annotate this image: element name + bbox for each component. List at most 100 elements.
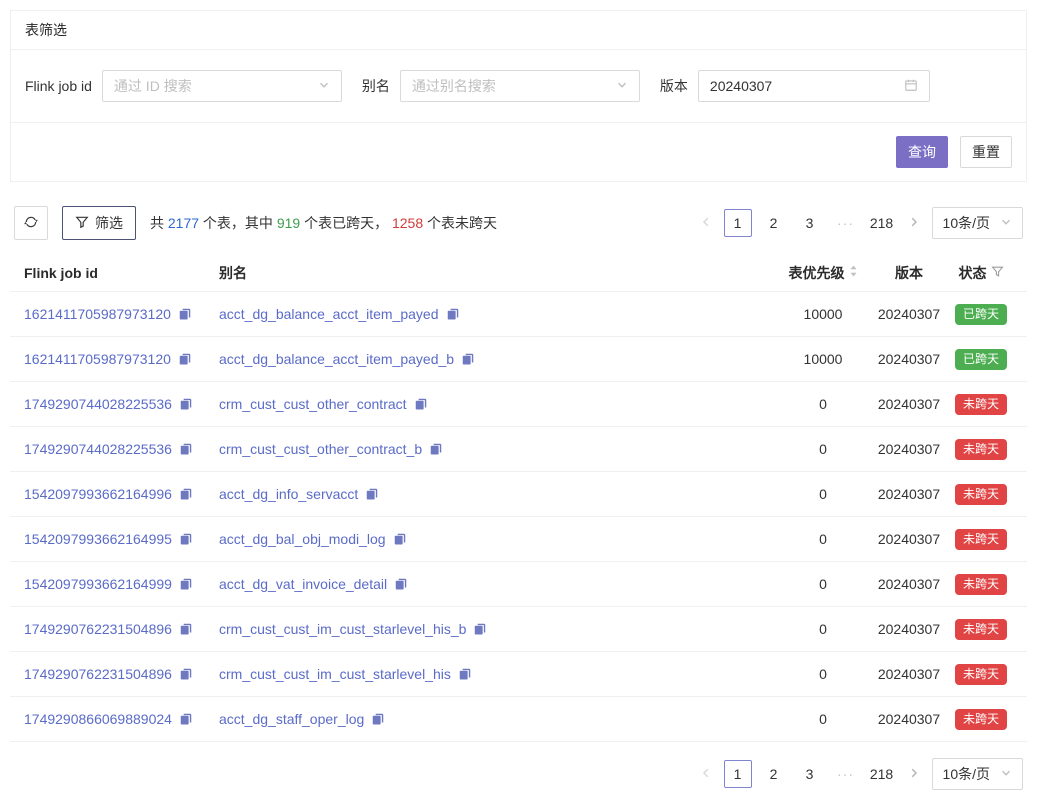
status-cell: 未跨天 xyxy=(949,664,1013,685)
version-cell: 20240307 xyxy=(869,306,949,322)
copy-icon[interactable] xyxy=(414,397,428,411)
copy-icon[interactable] xyxy=(473,622,487,636)
flink-job-id-link[interactable]: 1621411705987973120 xyxy=(24,351,171,367)
copy-icon[interactable] xyxy=(371,712,385,726)
filter-funnel-icon[interactable] xyxy=(991,265,1004,281)
page-size-select[interactable]: 10条/页 xyxy=(932,207,1023,239)
copy-icon[interactable] xyxy=(365,487,379,501)
version-cell: 20240307 xyxy=(869,441,949,457)
version-value: 20240307 xyxy=(710,78,772,94)
alias-cell: acct_dg_balance_acct_item_payed_b xyxy=(219,351,777,367)
status-cell: 未跨天 xyxy=(949,394,1013,415)
status-badge: 未跨天 xyxy=(955,574,1007,595)
copy-icon[interactable] xyxy=(179,712,193,726)
table-row: 1542097993662164996 acct_dg_info_servacc… xyxy=(10,472,1027,517)
reset-button[interactable]: 重置 xyxy=(960,136,1012,168)
copy-icon[interactable] xyxy=(179,397,193,411)
page-size-select[interactable]: 10条/页 xyxy=(932,758,1023,790)
alias-cell: acct_dg_balance_acct_item_payed xyxy=(219,306,777,322)
flink-job-id-cell: 1542097993662164995 xyxy=(24,531,219,547)
copy-icon[interactable] xyxy=(179,442,193,456)
table: Flink job id 别名 表优先级 版本 状态 1621411705987… xyxy=(10,254,1027,742)
page-list: 1 2 3 ··· 218 xyxy=(724,209,896,237)
filter-row: Flink job id 通过 ID 搜索 别名 通过别名搜索 xyxy=(11,50,1026,123)
page-button[interactable]: 1 xyxy=(724,209,752,237)
page-button[interactable]: 2 xyxy=(760,760,788,788)
uncrossed-count: 1258 xyxy=(392,215,423,231)
copy-icon[interactable] xyxy=(179,577,193,591)
next-page-button[interactable] xyxy=(904,216,924,231)
alias-link[interactable]: acct_dg_staff_oper_log xyxy=(219,711,364,727)
priority-cell: 10000 xyxy=(777,306,869,322)
sorter-icon[interactable] xyxy=(849,264,858,281)
flink-job-id-link[interactable]: 1621411705987973120 xyxy=(24,306,171,322)
priority-cell: 0 xyxy=(777,486,869,502)
flink-job-id-link[interactable]: 1749290762231504896 xyxy=(24,666,172,682)
prev-page-button[interactable] xyxy=(696,767,716,782)
flink-job-id-link[interactable]: 1542097993662164999 xyxy=(24,576,172,592)
copy-icon[interactable] xyxy=(179,532,193,546)
copy-icon[interactable] xyxy=(179,487,193,501)
page-button[interactable]: 3 xyxy=(796,760,824,788)
version-date-input[interactable]: 20240307 xyxy=(698,70,930,102)
copy-icon[interactable] xyxy=(461,352,475,366)
copy-icon[interactable] xyxy=(179,622,193,636)
alias-link[interactable]: crm_cust_cust_im_cust_starlevel_his xyxy=(219,666,451,682)
alias-link[interactable]: crm_cust_cust_other_contract xyxy=(219,396,407,412)
alias-link[interactable]: acct_dg_info_servacct xyxy=(219,486,358,502)
version-cell: 20240307 xyxy=(869,576,949,592)
alias-link[interactable]: acct_dg_bal_obj_modi_log xyxy=(219,531,386,547)
column-header-priority[interactable]: 表优先级 xyxy=(777,263,869,283)
flink-job-id-select[interactable]: 通过 ID 搜索 xyxy=(102,70,342,102)
alias-cell: acct_dg_info_servacct xyxy=(219,486,777,502)
crossed-count: 919 xyxy=(277,215,300,231)
copy-icon[interactable] xyxy=(458,667,472,681)
query-button[interactable]: 查询 xyxy=(896,136,948,168)
status-cell: 未跨天 xyxy=(949,439,1013,460)
flink-job-id-link[interactable]: 1749290866069889024 xyxy=(24,711,172,727)
next-page-button[interactable] xyxy=(904,767,924,782)
filter-toggle-button[interactable]: 筛选 xyxy=(62,206,136,240)
copy-icon[interactable] xyxy=(393,532,407,546)
alias-link[interactable]: acct_dg_balance_acct_item_payed xyxy=(219,306,439,322)
alias-link[interactable]: acct_dg_balance_acct_item_payed_b xyxy=(219,351,454,367)
alias-select[interactable]: 通过别名搜索 xyxy=(400,70,640,102)
copy-icon[interactable] xyxy=(178,352,192,366)
copy-icon[interactable] xyxy=(178,307,192,321)
alias-field: 别名 通过别名搜索 xyxy=(362,70,640,102)
flink-job-id-cell: 1749290744028225536 xyxy=(24,441,219,457)
prev-page-button[interactable] xyxy=(696,216,716,231)
flink-job-id-link[interactable]: 1749290762231504896 xyxy=(24,621,172,637)
status-badge: 已跨天 xyxy=(955,349,1007,370)
copy-icon[interactable] xyxy=(179,667,193,681)
page-button[interactable]: ··· xyxy=(832,760,860,788)
refresh-button[interactable] xyxy=(14,206,48,240)
flink-job-id-link[interactable]: 1749290744028225536 xyxy=(24,441,172,457)
flink-job-id-cell: 1542097993662164999 xyxy=(24,576,219,592)
page-button[interactable]: 1 xyxy=(724,760,752,788)
table-row: 1749290744028225536 crm_cust_cust_other_… xyxy=(10,427,1027,472)
flink-job-id-link[interactable]: 1542097993662164995 xyxy=(24,531,172,547)
page-size-value: 10条/页 xyxy=(943,213,990,233)
version-cell: 20240307 xyxy=(869,486,949,502)
alias-link[interactable]: crm_cust_cust_other_contract_b xyxy=(219,441,422,457)
status-badge: 未跨天 xyxy=(955,619,1007,640)
flink-job-id-link[interactable]: 1749290744028225536 xyxy=(24,396,172,412)
flink-job-id-link[interactable]: 1542097993662164996 xyxy=(24,486,172,502)
page-button[interactable]: ··· xyxy=(832,209,860,237)
alias-cell: acct_dg_bal_obj_modi_log xyxy=(219,531,777,547)
column-header-status[interactable]: 状态 xyxy=(949,263,1013,283)
priority-cell: 0 xyxy=(777,576,869,592)
alias-link[interactable]: acct_dg_vat_invoice_detail xyxy=(219,576,387,592)
flink-job-id-placeholder: 通过 ID 搜索 xyxy=(114,76,192,96)
column-header-alias: 别名 xyxy=(219,263,777,283)
alias-link[interactable]: crm_cust_cust_im_cust_starlevel_his_b xyxy=(219,621,466,637)
page-button[interactable]: 218 xyxy=(868,209,896,237)
flink-job-id-cell: 1749290744028225536 xyxy=(24,396,219,412)
copy-icon[interactable] xyxy=(394,577,408,591)
copy-icon[interactable] xyxy=(429,442,443,456)
page-button[interactable]: 3 xyxy=(796,209,824,237)
copy-icon[interactable] xyxy=(446,307,460,321)
page-button[interactable]: 218 xyxy=(868,760,896,788)
page-button[interactable]: 2 xyxy=(760,209,788,237)
